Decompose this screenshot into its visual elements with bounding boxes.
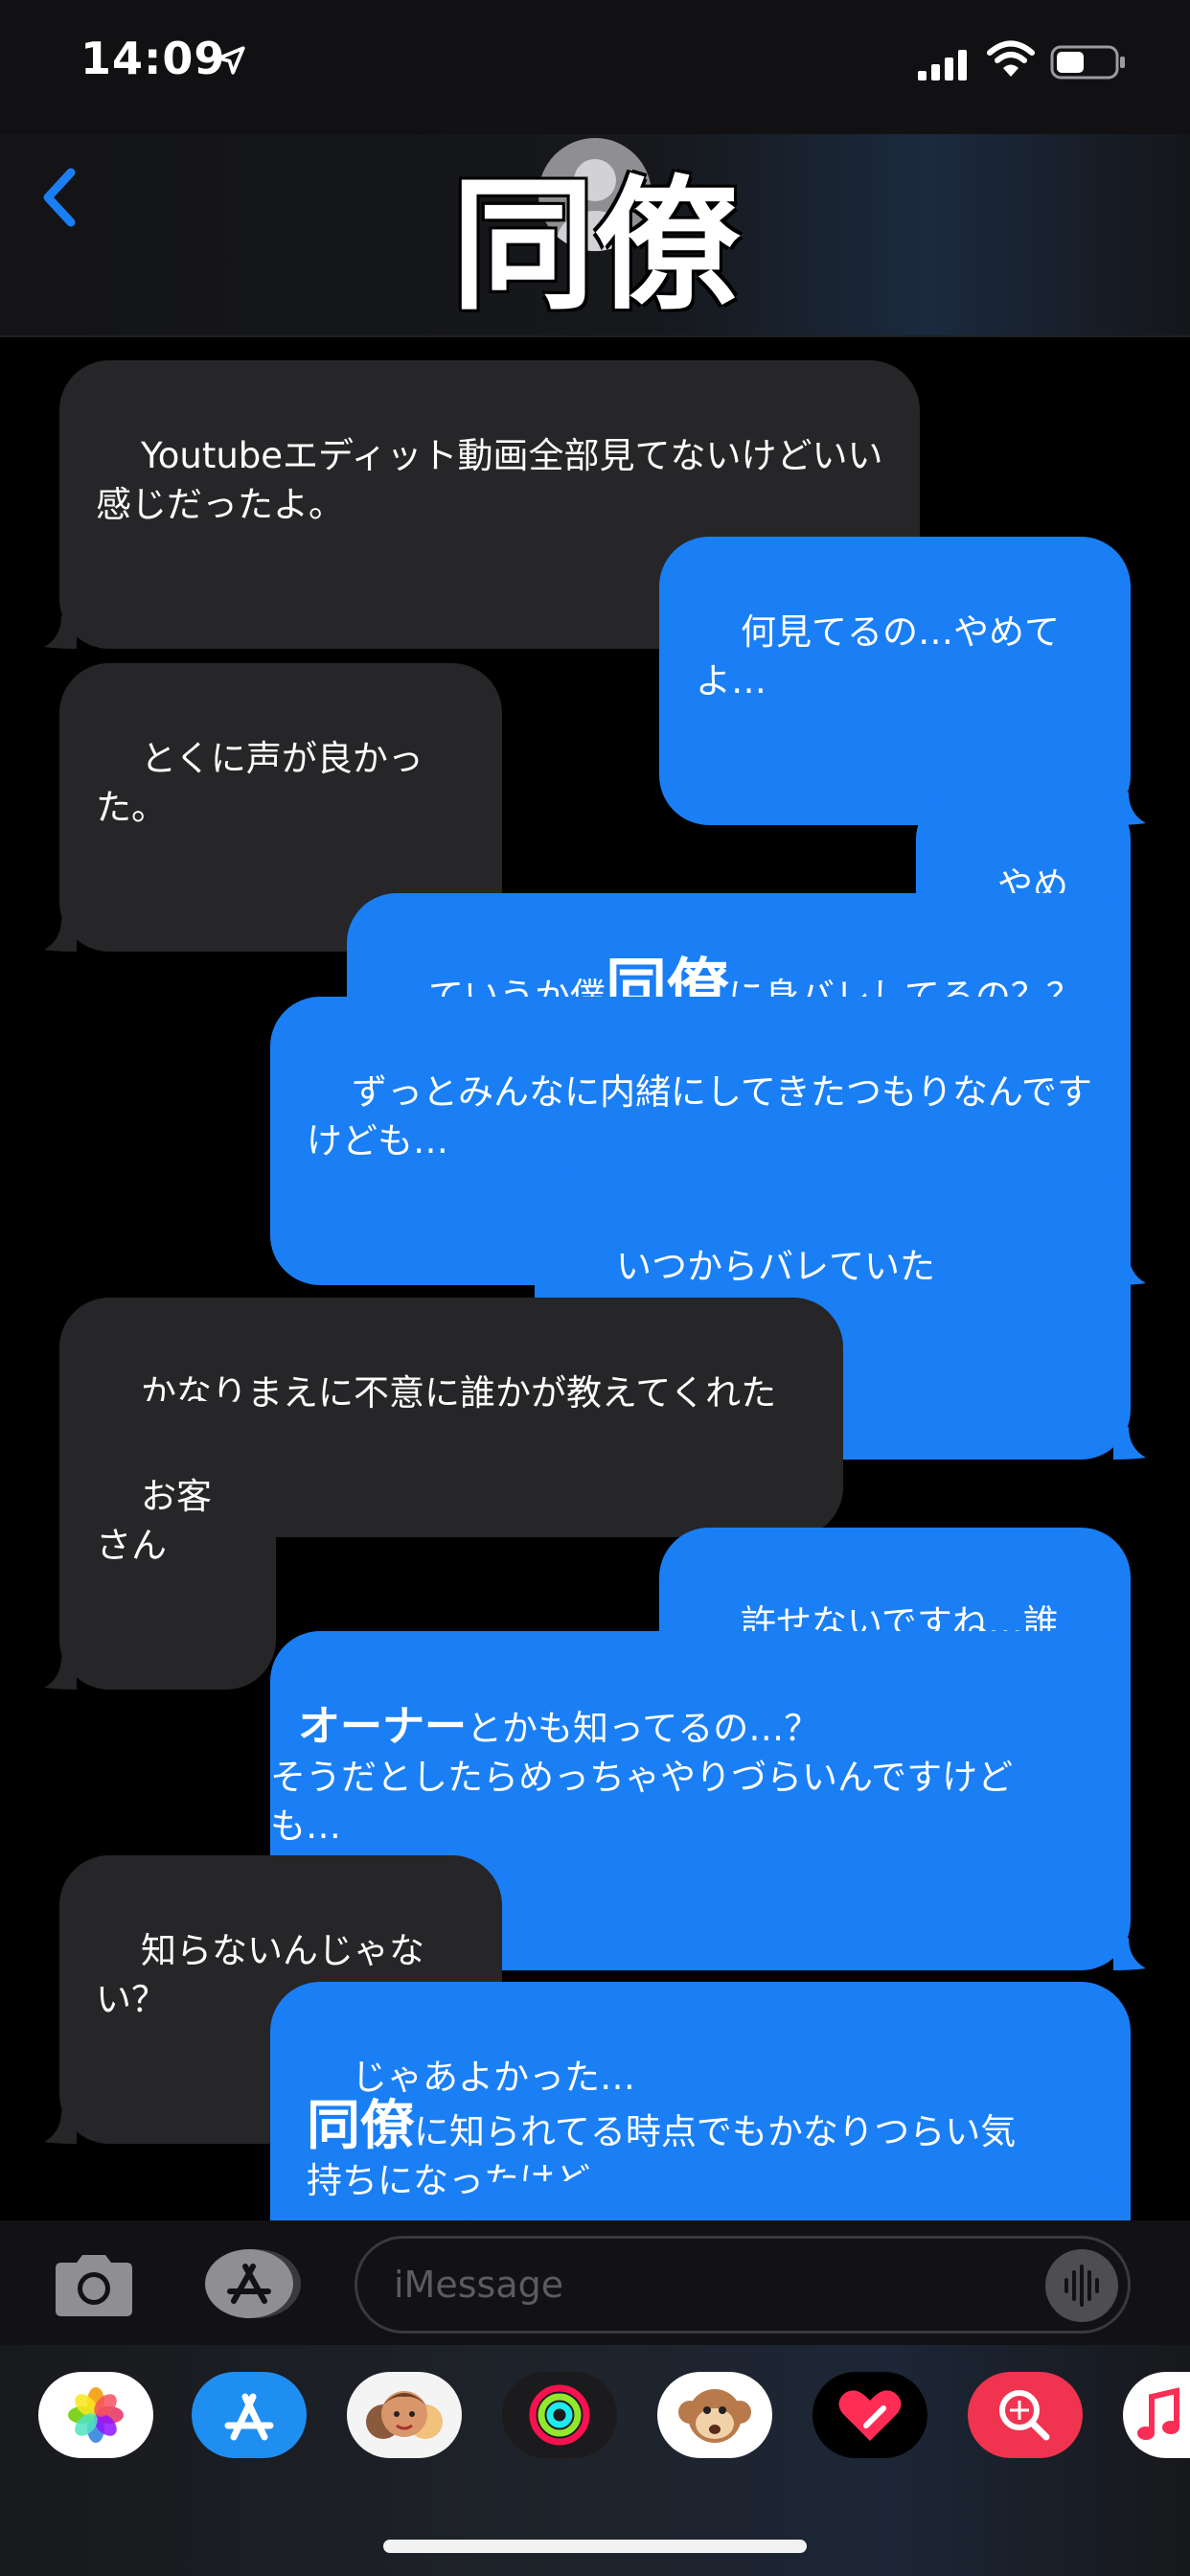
message-text: じゃあよかった… xyxy=(352,2057,636,2098)
bubble-tail xyxy=(1113,1938,1146,1970)
home-indicator[interactable] xyxy=(383,2540,807,2553)
message-text: Youtubeエディット動画全部見てないけどいい 感じだったよ。 xyxy=(96,435,883,525)
camera-icon[interactable] xyxy=(48,2251,140,2320)
message-text: ずっとみんなに内緒にしてきたつもりなんです けども… xyxy=(307,1071,1092,1162)
bubble-tail xyxy=(44,919,77,952)
message-bubble-outgoing[interactable]: 何見てるの…やめてよ… xyxy=(659,537,1146,825)
redacted-name-overlay: オーナー xyxy=(298,1702,468,1751)
message-input-placeholder: iMessage xyxy=(394,2264,564,2306)
battery-icon xyxy=(1050,45,1125,80)
photos-icon[interactable] xyxy=(38,2372,153,2458)
bubble-tail xyxy=(44,2111,77,2144)
status-time: 14:09 xyxy=(80,33,226,84)
location-arrow-icon xyxy=(217,46,245,75)
music-icon[interactable] xyxy=(1123,2372,1190,2458)
wifi-icon xyxy=(987,40,1035,77)
memoji-icon[interactable] xyxy=(347,2372,462,2458)
digital-touch-heart-icon[interactable] xyxy=(812,2372,927,2458)
message-bubble-outgoing-partial[interactable] xyxy=(464,2181,1131,2220)
conversation-header: 同僚 xyxy=(0,134,1190,337)
message-input[interactable]: iMessage xyxy=(355,2236,1131,2334)
message-thread[interactable]: Youtubeエディット動画全部見てないけどいい 感じだったよ。 何見てるの…や… xyxy=(0,337,1190,2220)
animoji-monkey-icon[interactable] xyxy=(657,2372,772,2458)
contact-name[interactable]: 同僚 xyxy=(0,174,1190,318)
audio-waveform-icon[interactable] xyxy=(1045,2249,1118,2322)
message-bubble-incoming[interactable]: お客さん xyxy=(44,1401,276,1690)
cellular-signal-icon xyxy=(918,50,967,80)
status-bar: 14:09 xyxy=(0,0,1190,134)
compose-bar: iMessage xyxy=(0,2220,1190,2345)
bubble-tail xyxy=(44,616,77,649)
message-text: 何見てるの…やめてよ… xyxy=(696,611,1061,702)
redacted-name-overlay: 同僚 xyxy=(307,2095,414,2157)
activity-rings-icon[interactable] xyxy=(502,2372,617,2458)
app-store-icon[interactable] xyxy=(201,2247,303,2320)
message-text: とくに声が良かった。 xyxy=(96,738,423,828)
bubble-tail xyxy=(44,1657,77,1690)
bubble-tail xyxy=(1113,1427,1146,1460)
message-text: お客さん xyxy=(96,1476,213,1566)
image-search-icon[interactable] xyxy=(968,2372,1083,2458)
app-store-icon[interactable] xyxy=(192,2372,307,2458)
